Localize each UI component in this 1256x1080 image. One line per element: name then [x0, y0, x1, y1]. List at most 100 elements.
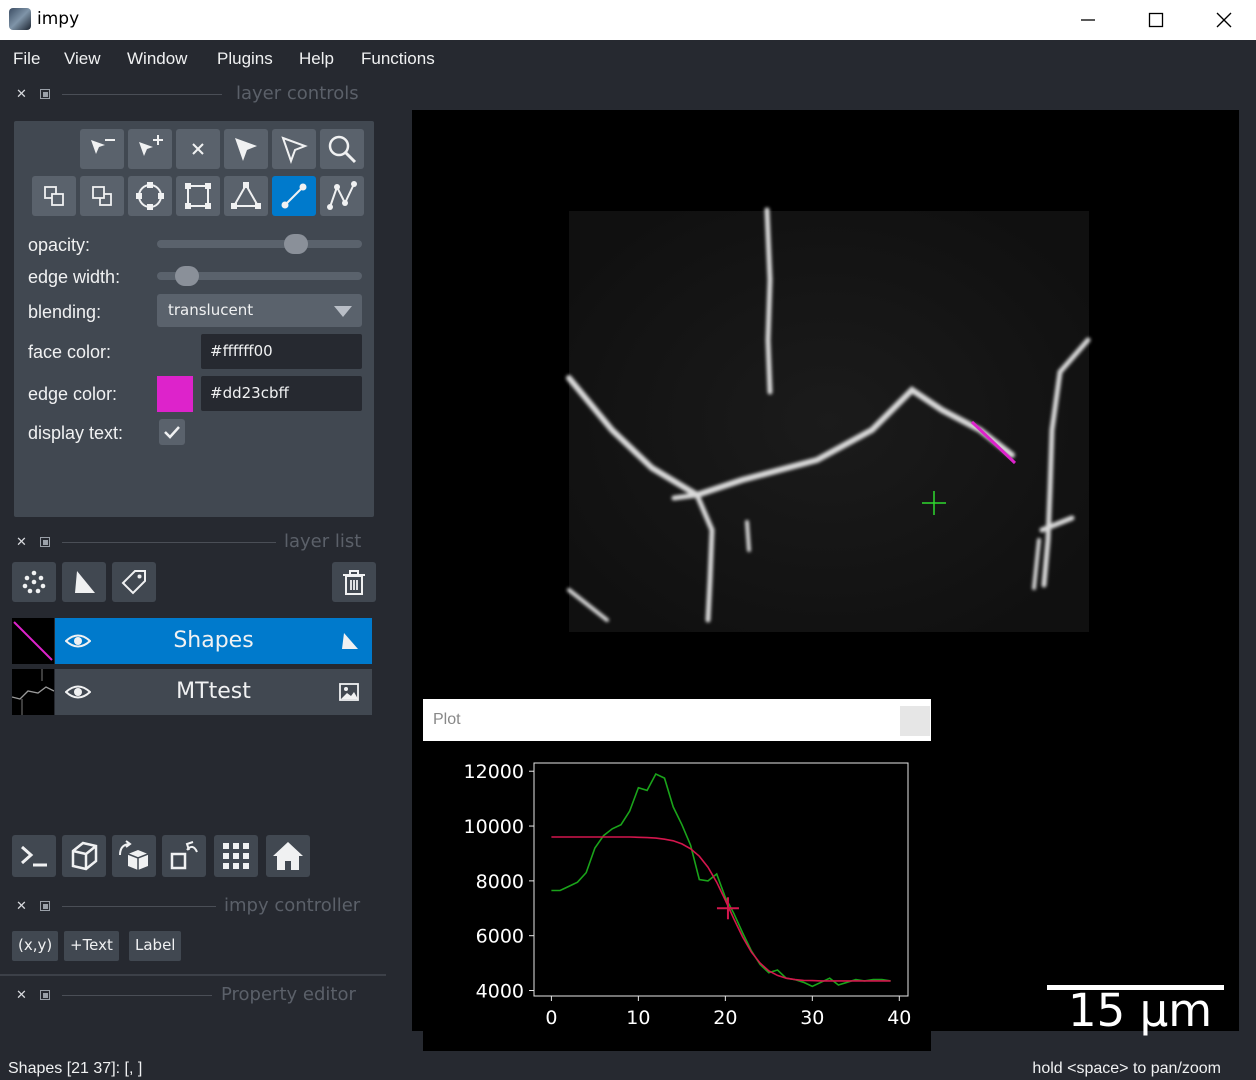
direct-select-icon [281, 136, 308, 164]
trash-icon [343, 570, 365, 595]
menu-functions[interactable]: Functions [361, 49, 435, 69]
plot-titlebar[interactable]: Plot [423, 699, 931, 741]
transpose-button[interactable] [162, 835, 206, 877]
move-back-tool[interactable] [32, 176, 76, 216]
dock-divider [62, 542, 276, 543]
x-tick-label: 40 [887, 1007, 911, 1029]
layer-thumbnail [12, 669, 54, 715]
dock-float-icon[interactable] [40, 537, 50, 547]
ndisplay-button[interactable] [62, 835, 106, 877]
move-front-icon [92, 186, 112, 206]
dock-close-icon[interactable]: ✕ [16, 988, 27, 1003]
impy-controller-dock-header: ✕ impy controller [0, 895, 385, 921]
move-front-tool[interactable] [80, 176, 124, 216]
pan-zoom-tool[interactable] [320, 129, 364, 169]
face-color-field[interactable]: #ffffff00 [201, 334, 362, 369]
dock-float-icon[interactable] [40, 990, 50, 1000]
y-tick-label: 8000 [476, 871, 524, 893]
menu-file[interactable]: File [13, 49, 40, 69]
property-editor-dock-header: ✕ Property editor [0, 984, 385, 1010]
display-text-label: display text: [28, 423, 124, 443]
window-title: impy [37, 9, 80, 29]
edge-color-swatch[interactable] [157, 376, 193, 412]
label-button[interactable]: Label [129, 931, 182, 961]
console-button[interactable] [12, 835, 56, 877]
add-text-button[interactable]: +Text [64, 931, 119, 961]
home-button[interactable] [266, 835, 310, 877]
plot-window-button[interactable] [900, 706, 930, 736]
add-vertex-tool[interactable] [128, 129, 172, 169]
move-back-icon [44, 186, 64, 206]
new-labels-layer-button[interactable] [112, 562, 156, 602]
dock-divider [62, 995, 212, 996]
y-tick-label: 12000 [464, 761, 524, 783]
menu-help[interactable]: Help [299, 49, 334, 69]
delete-shape-tool[interactable] [176, 129, 220, 169]
ellipse-icon [136, 182, 164, 210]
xy-button[interactable]: (x,y) [12, 931, 59, 961]
layer-row-shapes[interactable]: Shapes [12, 618, 372, 664]
line-chart: 4000 6000 8000 10000 12000 0 10 20 30 40 [464, 761, 912, 1029]
layer-body[interactable]: MTtest [55, 669, 372, 715]
new-points-layer-button[interactable] [12, 562, 56, 602]
roll-dims-button[interactable] [112, 835, 156, 877]
path-icon [327, 181, 357, 210]
plot-title: Plot [433, 711, 461, 728]
ellipse-tool[interactable] [128, 176, 172, 216]
scale-bar-label: 15 µm [1068, 984, 1213, 1037]
dock-float-icon[interactable] [40, 89, 50, 99]
edge-width-slider[interactable] [157, 266, 362, 286]
edge-color-label: edge color: [28, 384, 118, 404]
grid-button[interactable] [214, 835, 258, 877]
menu-window[interactable]: Window [127, 49, 187, 69]
opacity-slider[interactable] [157, 234, 362, 254]
path-tool[interactable] [320, 176, 364, 216]
image-icon [339, 683, 359, 701]
status-hint: hold <space> to pan/zoom [1032, 1060, 1221, 1077]
dock-close-icon[interactable]: ✕ [16, 899, 27, 914]
layer-thumbnail [12, 618, 54, 664]
polygon-icon [231, 182, 261, 209]
display-text-checkbox[interactable] [159, 419, 185, 445]
direct-select-tool[interactable] [272, 129, 316, 169]
dock-divider [62, 906, 216, 907]
y-tick-label: 10000 [464, 816, 524, 838]
y-tick-label: 4000 [476, 981, 524, 1003]
layer-body[interactable]: Shapes [55, 618, 372, 664]
dock-float-icon[interactable] [40, 901, 50, 911]
select-tool[interactable] [224, 129, 268, 169]
menu-plugins[interactable]: Plugins [217, 49, 273, 69]
minimize-button[interactable] [1054, 0, 1122, 40]
roll-cube-icon [119, 840, 149, 870]
layer-controls-dock-header: ✕ layer controls [0, 83, 385, 109]
layer-controls-panel: opacity: edge width: blending: transluce… [14, 121, 374, 517]
opacity-slider-handle[interactable] [283, 234, 308, 254]
menu-view[interactable]: View [64, 49, 101, 69]
dock-divider [62, 94, 222, 95]
rectangle-tool[interactable] [176, 176, 220, 216]
edge-width-slider-handle[interactable] [175, 266, 200, 286]
plot-window[interactable]: Plot 4000 6000 8000 10000 12000 0 10 20 30 40 [423, 699, 931, 1051]
y-tick-label: 6000 [476, 926, 524, 948]
x-tick-label: 20 [713, 1007, 737, 1029]
dock-close-icon[interactable]: ✕ [16, 87, 27, 102]
polygon-tool[interactable] [224, 176, 268, 216]
maximize-button[interactable] [1122, 0, 1190, 40]
layer-list-dock-header: ✕ layer list [0, 531, 385, 557]
menu-bar: File View Window Plugins Help Functions [0, 40, 1256, 78]
remove-vertex-tool[interactable] [80, 129, 124, 169]
add-vertex-icon [139, 135, 163, 156]
dock-close-icon[interactable]: ✕ [16, 535, 27, 550]
dock-title: Property editor [221, 984, 356, 1005]
opacity-label: opacity: [28, 235, 91, 255]
x-tick-label: 30 [800, 1007, 824, 1029]
line-tool[interactable] [272, 176, 316, 216]
layer-row-mttest[interactable]: MTtest [12, 669, 372, 715]
blending-select[interactable]: translucent [157, 294, 362, 327]
checkmark-icon [164, 426, 180, 439]
edge-color-field[interactable]: #dd23cbff [201, 376, 362, 411]
close-button[interactable] [1190, 0, 1256, 40]
points-icon [22, 570, 46, 594]
new-shapes-layer-button[interactable] [62, 562, 106, 602]
delete-layer-button[interactable] [332, 562, 376, 602]
